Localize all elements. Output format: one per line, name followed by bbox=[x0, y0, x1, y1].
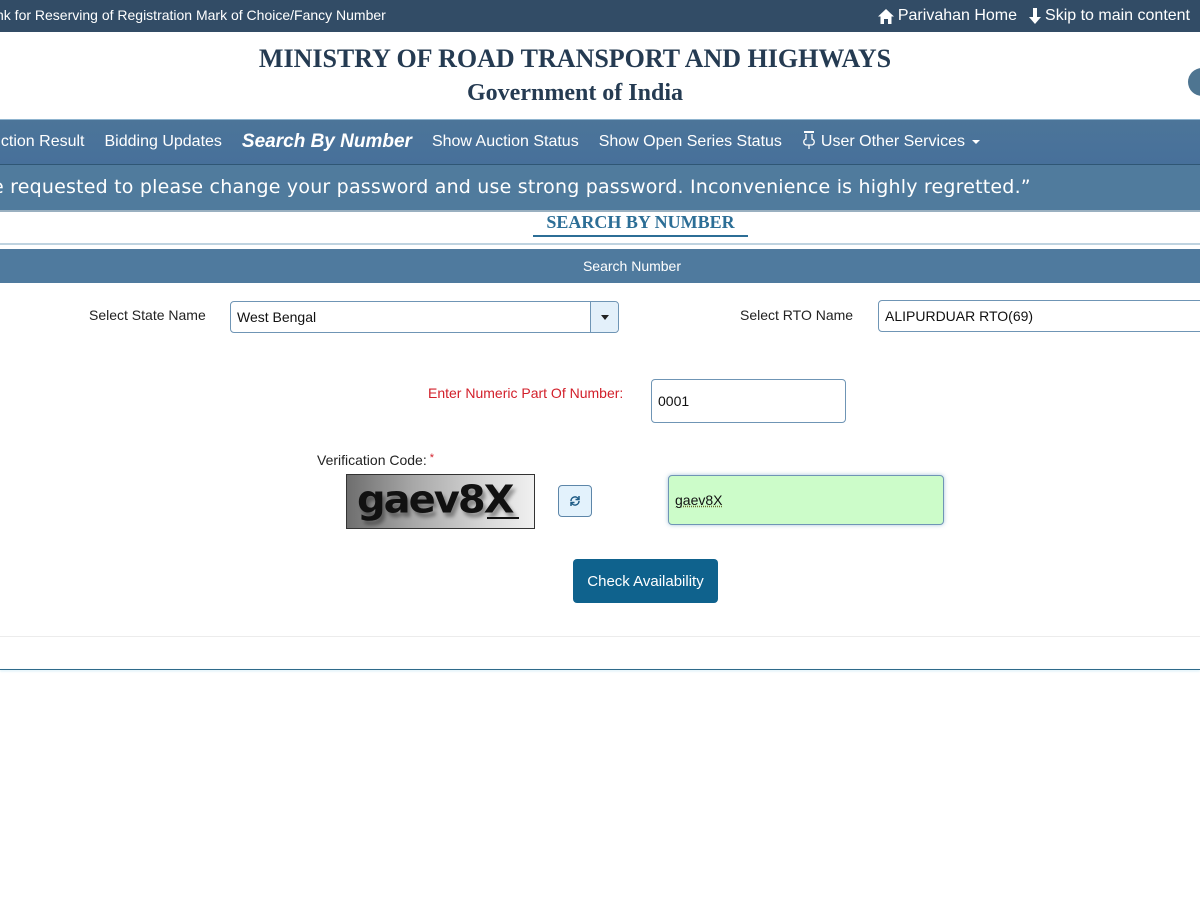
panel-heading: Search Number bbox=[0, 249, 1200, 283]
panel-heading-text: Search Number bbox=[582, 258, 682, 274]
captcha-underline bbox=[487, 517, 519, 519]
skip-to-main-content-link[interactable]: Skip to main content bbox=[1029, 7, 1190, 25]
accessibility-toggle-icon[interactable] bbox=[1188, 68, 1200, 96]
ministry-title: MINISTRY OF ROAD TRANSPORT AND HIGHWAYS bbox=[258, 44, 892, 73]
required-marker: * bbox=[429, 452, 435, 464]
captcha-input[interactable] bbox=[668, 475, 944, 525]
rto-select-value: ALIPURDUAR RTO(69) bbox=[885, 308, 1034, 324]
skip-to-main-content-label: Skip to main content bbox=[1045, 7, 1190, 24]
numeric-part-label: Enter Numeric Part Of Number: bbox=[428, 385, 624, 401]
parivahan-home-link[interactable]: Parivahan Home bbox=[877, 7, 1018, 25]
top-bar: nk for Reserving of Registration Mark of… bbox=[0, 0, 1200, 32]
nav-item-show-open-series-status[interactable]: Show Open Series Status bbox=[599, 133, 782, 151]
chevron-down-icon bbox=[971, 140, 980, 144]
hand-pointer-icon bbox=[802, 130, 816, 154]
refresh-captcha-button[interactable] bbox=[558, 485, 592, 517]
arrow-down-icon bbox=[1029, 8, 1042, 24]
user-other-services-label: User Other Services bbox=[820, 133, 965, 150]
numeric-part-input[interactable] bbox=[651, 379, 846, 423]
rto-label: Select RTO Name bbox=[740, 307, 854, 323]
nav-item-search-by-number[interactable]: Search By Number bbox=[242, 131, 412, 153]
parivahan-home-label: Parivahan Home bbox=[897, 7, 1018, 24]
form-divider bbox=[0, 636, 1200, 637]
refresh-icon bbox=[570, 496, 580, 506]
rto-select[interactable]: ALIPURDUAR RTO(69) bbox=[878, 300, 1200, 332]
footer-divider bbox=[0, 669, 1200, 670]
captcha-image: gaev8X bbox=[346, 474, 535, 529]
state-label: Select State Name bbox=[89, 307, 206, 323]
main-nav: uction Result Bidding Updates Search By … bbox=[0, 119, 1200, 166]
government-subtitle: Government of India bbox=[467, 80, 683, 106]
verification-code-label: Verification Code: * bbox=[317, 452, 434, 468]
verification-code-label-text: Verification Code: bbox=[317, 452, 427, 468]
state-select[interactable]: West Bengal bbox=[230, 301, 619, 333]
nav-item-bidding-updates[interactable]: Bidding Updates bbox=[105, 133, 222, 151]
captcha-image-text: gaev8X bbox=[357, 478, 514, 522]
home-icon bbox=[877, 8, 894, 24]
section-divider bbox=[0, 243, 1200, 245]
check-availability-button[interactable]: Check Availability bbox=[573, 559, 718, 603]
nav-item-user-other-services[interactable]: User Other Services bbox=[802, 130, 980, 154]
state-select-value: West Bengal bbox=[237, 309, 317, 325]
top-links: Parivahan Home Skip to main content bbox=[877, 7, 1190, 25]
nav-item-auction-result[interactable]: uction Result bbox=[0, 133, 85, 151]
notice-text: e requested to please change your passwo… bbox=[0, 176, 1031, 198]
section-title: SEARCH BY NUMBER bbox=[533, 212, 748, 237]
notice-marquee: e requested to please change your passwo… bbox=[0, 165, 1200, 212]
site-tagline: nk for Reserving of Registration Mark of… bbox=[0, 7, 386, 23]
caret-down-icon bbox=[601, 315, 609, 320]
page-header: MINISTRY OF ROAD TRANSPORT AND HIGHWAYS … bbox=[0, 32, 1200, 119]
nav-item-show-auction-status[interactable]: Show Auction Status bbox=[432, 133, 579, 151]
state-select-toggle[interactable] bbox=[590, 302, 618, 332]
